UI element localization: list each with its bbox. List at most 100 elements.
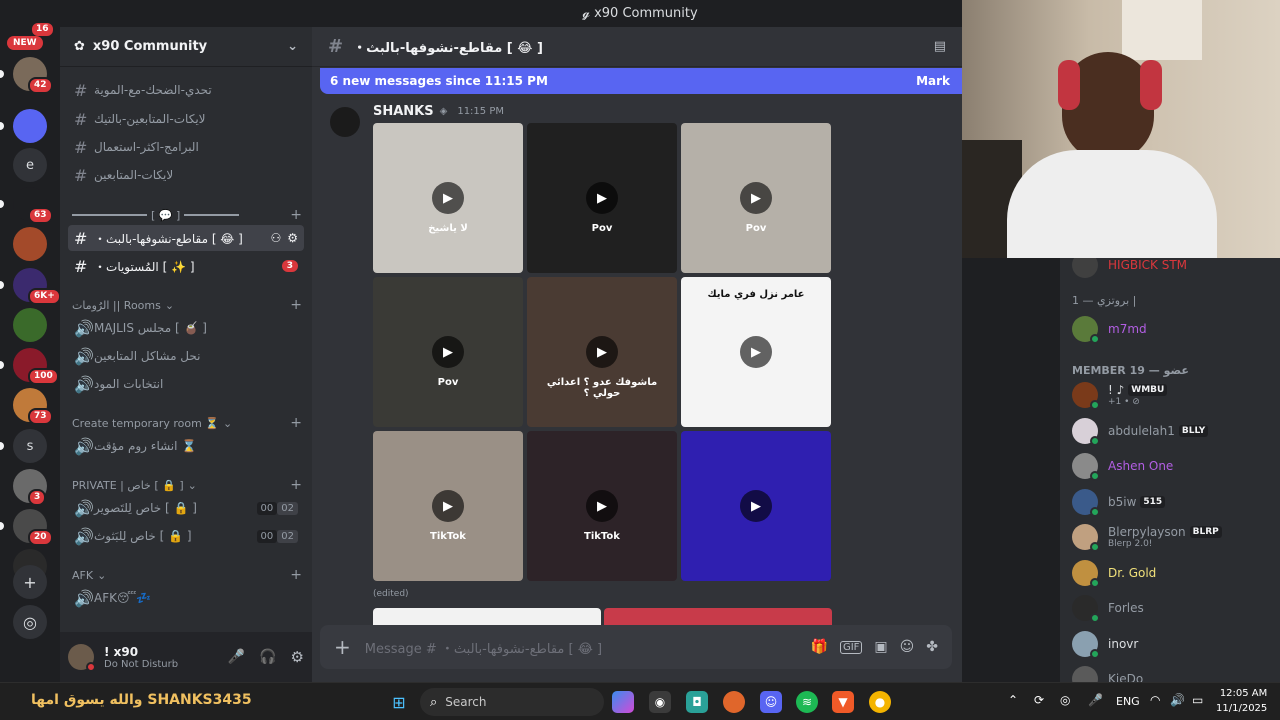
channel-item[interactable]: # تحدي-الضحك-مع-الموية	[68, 77, 304, 103]
member-item[interactable]: abdulelah1 BLLY	[1072, 414, 1277, 448]
windows-start-icon[interactable]: ⊞	[388, 691, 410, 713]
add-channel-icon[interactable]: +	[290, 297, 302, 313]
sticker-icon[interactable]: ▣	[874, 639, 887, 655]
voice-channel[interactable]: 🔊 AFK😴💤	[68, 585, 304, 611]
channel-item[interactable]: # البرامج-اكثر-استعمال	[68, 134, 304, 160]
channel-item-active[interactable]: # ・مقاطع-نشوفها-بالبث [ 😂 ] ⚇ ⚙	[68, 225, 304, 251]
next-attachment[interactable]	[373, 608, 601, 626]
video-attachment[interactable]: ▶ TikTok	[373, 431, 523, 581]
category-afk[interactable]: AFK ⌄ +	[72, 567, 302, 583]
play-icon[interactable]: ▶	[586, 490, 618, 522]
message-composer[interactable]: + Message # ・مقاطع-نشوفها-بالبث [ 😂 ] 🎁 …	[320, 625, 952, 669]
play-icon[interactable]: ▶	[740, 336, 772, 368]
spotify-icon[interactable]: ≋	[796, 691, 818, 713]
new-unread-pill[interactable]: NEW	[7, 36, 43, 50]
brave-icon[interactable]: ▼	[832, 691, 854, 713]
video-attachment[interactable]: ▶ TikTok	[527, 431, 677, 581]
discord-icon[interactable]: ☺	[760, 691, 782, 713]
video-attachment[interactable]: ▶ عامر نزل فري مايك	[681, 277, 831, 427]
member-item[interactable]: Dr. Gold	[1072, 556, 1277, 590]
server-icon[interactable]	[13, 227, 47, 261]
server-icon[interactable]	[13, 308, 47, 342]
member-item[interactable]: m7md	[1072, 316, 1147, 344]
avatar[interactable]	[68, 644, 96, 672]
emoji-icon[interactable]: ☺	[900, 639, 915, 655]
message-author[interactable]: SHANKS	[373, 104, 434, 119]
copilot-icon[interactable]	[612, 691, 634, 713]
member-item[interactable]: Forles	[1072, 591, 1277, 625]
add-member-icon[interactable]: ⚇	[270, 231, 281, 245]
voice-channel[interactable]: 🔊 نحل مشاكل المتابعين	[68, 343, 304, 369]
channel-item[interactable]: # لايكات-المتابعين-بالتيك	[68, 106, 304, 132]
message-input[interactable]: Message # ・مقاطع-نشوفها-بالبث [ 😂 ]	[365, 638, 602, 657]
video-attachment[interactable]: ▶ Pov	[527, 123, 677, 273]
member-item[interactable]: ! ♪ WMBU +1 • ⊘	[1072, 378, 1277, 412]
video-attachment[interactable]: ▶ لا ياشيخ	[373, 123, 523, 273]
firefox-icon[interactable]	[723, 691, 745, 713]
voice-channel[interactable]: 🔊 انتخابات المود	[68, 371, 304, 397]
guild-header[interactable]: ✿ x90 Community ⌄	[60, 27, 312, 67]
add-server-icon[interactable]: +	[13, 565, 47, 599]
voice-channel[interactable]: 🔊 خاص لِلتَصوير [ 🔒 ] 00 02	[68, 495, 304, 521]
new-messages-bar[interactable]: 6 new messages since 11:15 PM Mark	[320, 68, 970, 94]
location-icon[interactable]: ◎	[1060, 693, 1070, 707]
microphone-icon[interactable]: 🎤	[228, 649, 245, 665]
category-rooms[interactable]: الرُومات || Rooms ⌄ +	[72, 297, 302, 313]
threads-icon[interactable]: ▤	[934, 39, 946, 54]
gear-icon[interactable]: ⚙	[291, 648, 304, 666]
app-icon[interactable]: ◘	[686, 691, 708, 713]
category-divider[interactable]: [ 💬 ] +	[72, 207, 302, 223]
play-icon[interactable]: ▶	[740, 182, 772, 214]
category-private[interactable]: PRIVATE | خاص [ 🔒 ] ⌄ +	[72, 477, 302, 493]
add-channel-icon[interactable]: +	[290, 567, 302, 583]
gear-icon[interactable]: ⚙	[287, 231, 298, 245]
play-icon[interactable]: ▶	[432, 490, 464, 522]
microphone-icon[interactable]: 🎤	[1088, 693, 1103, 707]
add-channel-icon[interactable]: +	[290, 477, 302, 493]
play-icon[interactable]: ▶	[586, 336, 618, 368]
mark-as-read-button[interactable]: Mark	[916, 74, 950, 88]
next-attachment[interactable]	[604, 608, 832, 626]
volume-icon[interactable]: 🔊	[1170, 693, 1185, 707]
play-icon[interactable]: ▶	[586, 182, 618, 214]
sync-icon[interactable]: ⟳	[1034, 693, 1044, 707]
play-icon[interactable]: ▶	[432, 336, 464, 368]
add-channel-icon[interactable]: +	[290, 415, 302, 431]
member-item[interactable]: Blerpylayson BLRP Blerp 2.0!	[1072, 520, 1277, 554]
member-item[interactable]: b5iw 515	[1072, 485, 1277, 519]
chevron-up-icon[interactable]: ⌃	[1008, 693, 1018, 707]
chrome-icon[interactable]: ●	[869, 691, 891, 713]
language-indicator[interactable]: ENG	[1116, 695, 1140, 708]
video-attachment[interactable]: ▶	[681, 431, 831, 581]
battery-icon[interactable]: ▭	[1192, 693, 1203, 707]
wifi-icon[interactable]: ◠	[1150, 693, 1160, 707]
clock[interactable]: 12:05 AM 11/1/2025	[1216, 686, 1267, 716]
server-icon[interactable]: s	[13, 429, 47, 463]
gif-icon[interactable]: GIF	[839, 640, 863, 654]
headphones-icon[interactable]: 🎧	[259, 649, 276, 665]
channel-item[interactable]: # لايكات-المتابعين	[68, 162, 304, 188]
discover-icon[interactable]: ◎	[13, 605, 47, 639]
server-icon[interactable]: e	[13, 148, 47, 182]
category-temp[interactable]: Create temporary room ⏳ ⌄ +	[72, 415, 302, 431]
play-icon[interactable]: ▶	[740, 490, 772, 522]
voice-channel[interactable]: 🔊 خاص لِلبَثوث [ 🔒 ] 00 02	[68, 523, 304, 549]
member-list: HIGBICK STM بروتزي — 1 | m7md MEMBER 19 …	[1060, 252, 1280, 694]
video-attachment[interactable]: ▶ Pov	[373, 277, 523, 427]
video-attachment[interactable]: ▶ ماشوفك عدو ؟ اعدائي حولي ؟	[527, 277, 677, 427]
gift-icon[interactable]: 🎁	[811, 639, 828, 655]
add-channel-icon[interactable]: +	[290, 207, 302, 223]
add-attachment-icon[interactable]: +	[334, 635, 351, 659]
video-attachment[interactable]: ▶ Pov	[681, 123, 831, 273]
taskbar-search[interactable]: ⌕ Search	[420, 688, 604, 716]
voice-channel[interactable]: 🔊 MAJLIS مجلس [ 🧉 ]	[68, 315, 304, 341]
apps-icon[interactable]: ✤	[926, 639, 938, 655]
member-item[interactable]: Ashen One	[1072, 449, 1277, 483]
channel-item[interactable]: # ・المُستويات [ ✨ ] 3	[68, 253, 304, 279]
app-icon[interactable]: ◉	[649, 691, 671, 713]
voice-channel[interactable]: 🔊 انشاء روم مؤقت ⌛	[68, 433, 304, 459]
avatar[interactable]	[330, 107, 360, 137]
server-icon[interactable]	[13, 109, 47, 143]
play-icon[interactable]: ▶	[432, 182, 464, 214]
member-item[interactable]: inovr	[1072, 627, 1277, 661]
